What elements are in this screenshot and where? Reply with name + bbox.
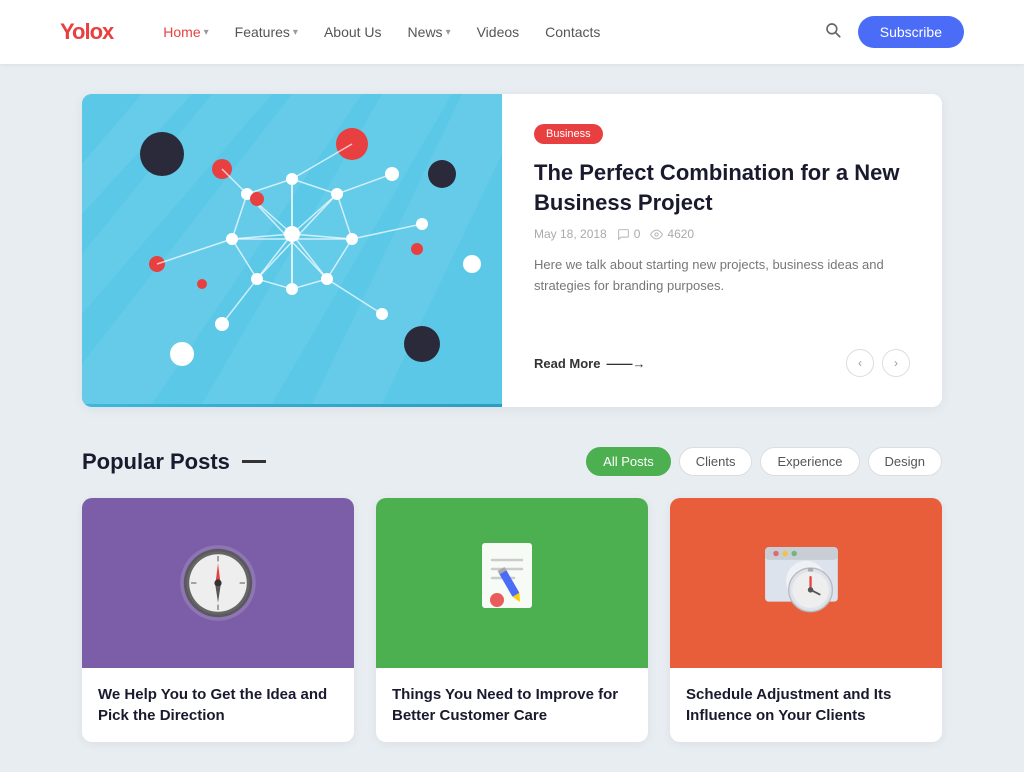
chevron-down-icon: ▾: [293, 27, 298, 38]
title-dash: [242, 460, 266, 463]
section-title: Popular Posts: [82, 449, 266, 475]
post-card-body-1: We Help You to Get the Idea and Pick the…: [82, 668, 354, 742]
nav-item-contacts[interactable]: Contacts: [535, 18, 610, 46]
popular-posts-section: Popular Posts All Posts Clients Experien…: [82, 447, 942, 742]
nav-item-videos[interactable]: Videos: [467, 18, 530, 46]
post-card-2: Things You Need to Improve for Better Cu…: [376, 498, 648, 742]
clock-browser-icon: [756, 541, 856, 626]
filter-all-posts[interactable]: All Posts: [586, 447, 671, 476]
hero-navigation: ‹ ›: [846, 349, 910, 377]
hero-image: [82, 94, 502, 407]
main-content: Business The Perfect Combination for a N…: [62, 94, 962, 742]
post-card-title-1: We Help You to Get the Idea and Pick the…: [98, 684, 338, 726]
logo-accent: x: [102, 19, 113, 44]
chevron-down-icon: ▾: [446, 27, 451, 38]
nav-links: Home ▾ Features ▾ About Us News ▾ Videos…: [153, 18, 823, 46]
logo-text-part1: Yolo: [60, 19, 102, 44]
filter-clients[interactable]: Clients: [679, 447, 753, 476]
subscribe-button[interactable]: Subscribe: [858, 16, 964, 48]
search-icon[interactable]: [824, 21, 842, 44]
post-thumbnail-3: [670, 498, 942, 668]
nav-actions: Subscribe: [824, 16, 964, 48]
compass-icon: [173, 538, 263, 628]
post-card-title-3: Schedule Adjustment and Its Influence on…: [686, 684, 926, 726]
hero-title: The Perfect Combination for a New Busine…: [534, 158, 910, 217]
hero-date: May 18, 2018: [534, 227, 607, 241]
post-thumbnail-2: [376, 498, 648, 668]
section-header: Popular Posts All Posts Clients Experien…: [82, 447, 942, 476]
post-card-1: We Help You to Get the Idea and Pick the…: [82, 498, 354, 742]
eye-icon: [650, 228, 663, 241]
hero-illustration: [82, 94, 502, 404]
nav-item-home[interactable]: Home ▾: [153, 18, 218, 46]
navbar: Yolox Home ▾ Features ▾ About Us News ▾ …: [0, 0, 1024, 64]
hero-comments: 0: [617, 227, 641, 241]
comment-icon: [617, 228, 630, 241]
filter-tabs: All Posts Clients Experience Design: [586, 447, 942, 476]
filter-design[interactable]: Design: [868, 447, 942, 476]
nav-item-about[interactable]: About Us: [314, 18, 392, 46]
post-thumbnail-1: [82, 498, 354, 668]
posts-grid: We Help You to Get the Idea and Pick the…: [82, 498, 942, 742]
hero-views: 4620: [650, 227, 694, 241]
prev-arrow-button[interactable]: ‹: [846, 349, 874, 377]
nav-item-features[interactable]: Features ▾: [225, 18, 308, 46]
document-icon: [472, 538, 552, 628]
next-arrow-button[interactable]: ›: [882, 349, 910, 377]
arrow-icon: ——→: [606, 356, 645, 371]
nav-item-news[interactable]: News ▾: [398, 18, 461, 46]
post-card-body-2: Things You Need to Improve for Better Cu…: [376, 668, 648, 742]
hero-description: Here we talk about starting new projects…: [534, 255, 910, 297]
post-card-3: Schedule Adjustment and Its Influence on…: [670, 498, 942, 742]
post-card-body-3: Schedule Adjustment and Its Influence on…: [670, 668, 942, 742]
hero-badge: Business: [534, 124, 603, 144]
hero-info: Business The Perfect Combination for a N…: [502, 94, 942, 407]
hero-card: Business The Perfect Combination for a N…: [82, 94, 942, 407]
logo[interactable]: Yolox: [60, 19, 113, 45]
chevron-down-icon: ▾: [204, 27, 209, 38]
hero-footer: Read More ——→ ‹ ›: [534, 349, 910, 377]
post-card-title-2: Things You Need to Improve for Better Cu…: [392, 684, 632, 726]
read-more-link[interactable]: Read More ——→: [534, 356, 645, 371]
hero-meta: May 18, 2018 0 4620: [534, 227, 910, 241]
filter-experience[interactable]: Experience: [760, 447, 859, 476]
